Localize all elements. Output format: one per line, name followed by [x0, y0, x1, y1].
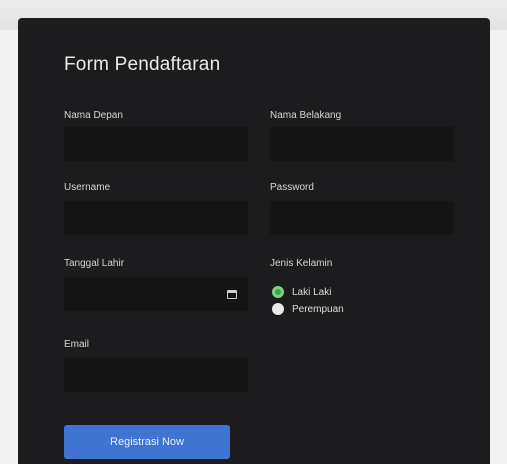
- registration-card: [18, 18, 490, 464]
- last-name-label: Nama Belakang: [270, 110, 342, 121]
- gender-label: Jenis Kelamin: [270, 258, 333, 269]
- gender-male-radio[interactable]: [272, 286, 284, 298]
- gender-female-radio[interactable]: [272, 303, 284, 315]
- register-button[interactable]: Registrasi Now: [64, 425, 230, 459]
- gender-female-label: Perempuan: [292, 304, 344, 315]
- email-input[interactable]: [64, 358, 248, 392]
- birth-date-label: Tanggal Lahir: [64, 258, 125, 269]
- username-input[interactable]: [64, 201, 248, 235]
- first-name-label: Nama Depan: [64, 110, 123, 121]
- calendar-icon[interactable]: [227, 290, 237, 299]
- first-name-input[interactable]: [64, 127, 248, 161]
- username-label: Username: [64, 182, 111, 193]
- birth-date-input[interactable]: [64, 277, 248, 311]
- last-name-input[interactable]: [270, 127, 454, 161]
- form-title: Form Pendaftaran: [64, 54, 221, 75]
- password-input[interactable]: [270, 201, 454, 235]
- password-label: Password: [270, 182, 314, 193]
- email-label: Email: [64, 339, 90, 350]
- gender-male-label: Laki Laki: [292, 287, 332, 298]
